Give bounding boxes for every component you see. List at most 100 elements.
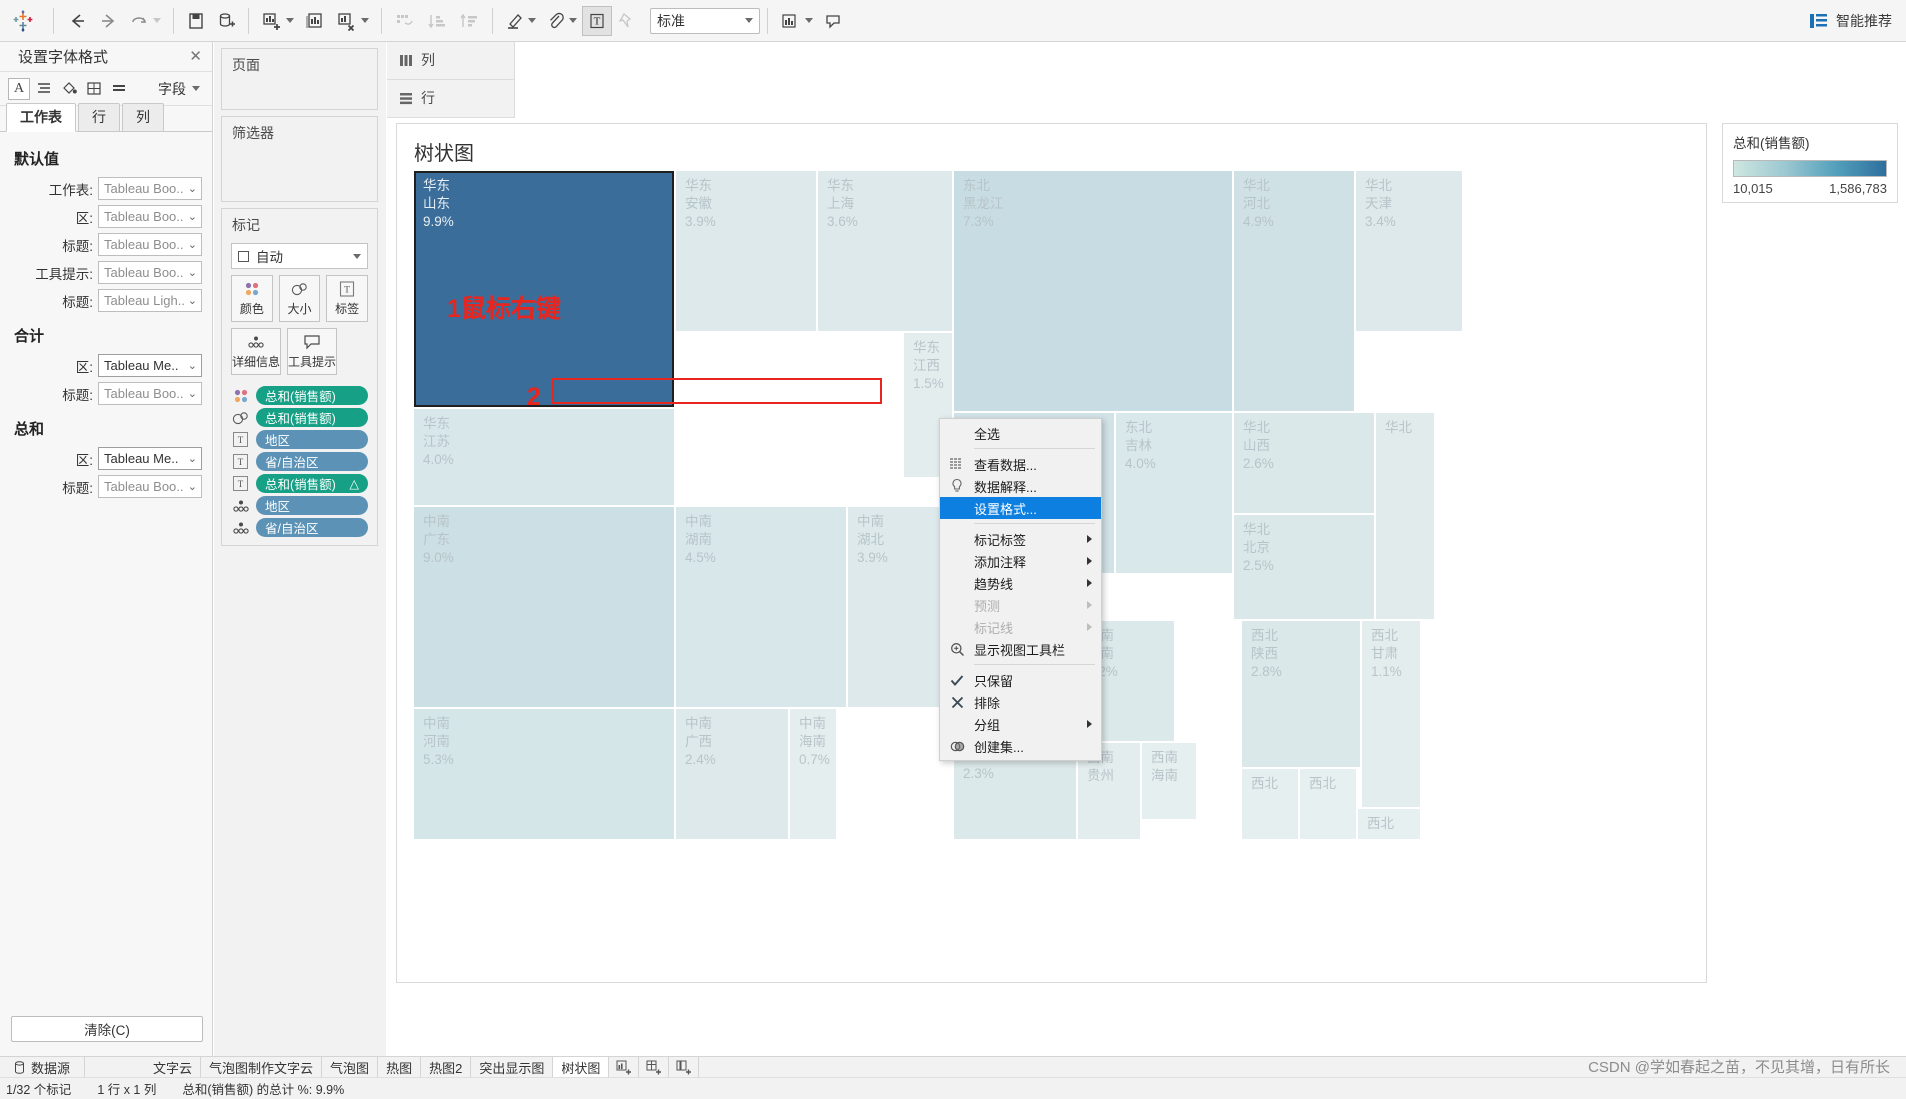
marks-pill[interactable]: 总和(销售额) bbox=[256, 408, 368, 427]
treemap-tile[interactable]: 中南 湖南 4.5% bbox=[676, 507, 846, 707]
format-fields-dropdown[interactable]: 字段 bbox=[158, 79, 204, 99]
columns-drop-zone[interactable] bbox=[515, 41, 1906, 80]
font-select[interactable]: Tableau Boo.. ⌄ bbox=[98, 475, 202, 498]
swap-rows-cols-button[interactable] bbox=[389, 6, 421, 36]
menu-trend-lines[interactable]: 趋势线 bbox=[940, 572, 1101, 594]
menu-group[interactable]: 分组 bbox=[940, 713, 1101, 735]
show-mark-labels-button[interactable]: T bbox=[582, 5, 612, 36]
treemap-tile[interactable]: 西北 bbox=[1358, 809, 1420, 839]
highlighter-button[interactable] bbox=[500, 6, 541, 36]
menu-format[interactable]: 设置格式... bbox=[940, 497, 1101, 519]
text-label-icon[interactable]: T bbox=[231, 430, 250, 449]
sheet-tab-heatmap2[interactable]: 热图2 bbox=[421, 1057, 472, 1077]
chevron-down-icon[interactable] bbox=[361, 18, 369, 23]
clear-sheet-button[interactable] bbox=[331, 6, 374, 36]
font-select[interactable]: Tableau Boo.. ⌄ bbox=[98, 177, 202, 200]
treemap-tile[interactable]: 中南 海南 0.7% bbox=[790, 709, 836, 839]
fit-select[interactable]: 标准 bbox=[650, 7, 760, 34]
treemap-tile[interactable]: 华北 北京 2.5% bbox=[1234, 515, 1374, 619]
treemap-tile[interactable]: 西北 甘肃 1.1% bbox=[1362, 621, 1420, 807]
sort-descending-button[interactable] bbox=[453, 6, 485, 36]
treemap-tile[interactable]: 西北 陕西 2.8% bbox=[1242, 621, 1360, 767]
sheet-tab-bubble-wordcloud[interactable]: 气泡图制作文字云 bbox=[201, 1057, 323, 1077]
treemap-tile[interactable]: 中南 广东 9.0% bbox=[414, 507, 674, 707]
treemap-tile[interactable]: 中南 河南 5.3% bbox=[414, 709, 674, 839]
menu-mark-label[interactable]: 标记标签 bbox=[940, 528, 1101, 550]
treemap-tile[interactable]: 西北 bbox=[1242, 769, 1298, 839]
menu-explain-data[interactable]: 数据解释... bbox=[940, 475, 1101, 497]
sheet-tab-heatmap[interactable]: 热图 bbox=[378, 1057, 422, 1077]
font-select[interactable]: Tableau Me.. ⌄ bbox=[98, 447, 202, 470]
sheet-tab-wordcloud[interactable]: 文字云 bbox=[145, 1057, 202, 1077]
treemap-tile[interactable]: 华北 河北 4.9% bbox=[1234, 171, 1354, 411]
treemap-tile[interactable]: 华北 bbox=[1376, 413, 1434, 619]
size-mark-button[interactable]: 大小 bbox=[278, 275, 321, 322]
detail-dots-icon[interactable] bbox=[231, 518, 250, 537]
tooltip-mark-button[interactable]: 工具提示 bbox=[287, 328, 337, 375]
highlight-selection-button[interactable] bbox=[818, 6, 848, 36]
tab-rows[interactable]: 行 bbox=[78, 103, 120, 131]
duplicate-sheet-button[interactable] bbox=[299, 6, 331, 36]
back-button[interactable] bbox=[61, 6, 93, 36]
menu-keep-only[interactable]: 只保留 bbox=[940, 669, 1101, 691]
marks-pill[interactable]: 总和(销售额) △ bbox=[256, 474, 368, 493]
data-source-tab[interactable]: 数据源 bbox=[0, 1057, 86, 1077]
chevron-down-icon[interactable] bbox=[805, 18, 813, 23]
menu-exclude[interactable]: 排除 bbox=[940, 691, 1101, 713]
menu-show-toolbar[interactable]: 显示视图工具栏 bbox=[940, 638, 1101, 660]
lines-icon[interactable] bbox=[108, 78, 130, 100]
detail-dots-icon[interactable] bbox=[231, 496, 250, 515]
font-select[interactable]: Tableau Boo.. ⌄ bbox=[98, 261, 202, 284]
filters-shelf[interactable]: 筛选器 bbox=[221, 116, 378, 202]
label-mark-button[interactable]: T 标签 bbox=[326, 275, 369, 322]
treemap-tile[interactable]: 华东 江苏 4.0% bbox=[414, 409, 674, 505]
menu-annotate[interactable]: 添加注释 bbox=[940, 550, 1101, 572]
treemap-tile[interactable]: 东北 吉林 4.0% bbox=[1116, 413, 1232, 573]
clear-format-button[interactable]: 清除(C) bbox=[11, 1016, 203, 1042]
sheet-tab-bubble[interactable]: 气泡图 bbox=[322, 1057, 379, 1077]
pages-shelf[interactable]: 页面 bbox=[221, 48, 378, 110]
sort-ascending-button[interactable] bbox=[421, 6, 453, 36]
save-button[interactable] bbox=[181, 6, 211, 36]
undo-redo-button[interactable] bbox=[125, 6, 166, 36]
rows-shelf[interactable]: 行 bbox=[387, 79, 1906, 118]
show-me-button[interactable]: 智能推荐 bbox=[1809, 0, 1892, 42]
alignment-format-icon[interactable] bbox=[33, 78, 55, 100]
tab-columns[interactable]: 列 bbox=[122, 103, 164, 131]
size-circles-icon[interactable] bbox=[231, 408, 250, 427]
mark-type-selector[interactable]: 自动 bbox=[231, 243, 368, 269]
new-data-source-button[interactable] bbox=[211, 6, 241, 36]
new-dashboard-tab-button[interactable] bbox=[639, 1057, 670, 1077]
menu-select-all[interactable]: 全选 bbox=[940, 422, 1101, 444]
pin-button[interactable] bbox=[612, 6, 642, 36]
chevron-down-icon[interactable] bbox=[528, 18, 536, 23]
border-grid-icon[interactable] bbox=[83, 78, 105, 100]
font-select[interactable]: Tableau Boo.. ⌄ bbox=[98, 382, 202, 405]
close-icon[interactable]: ✕ bbox=[189, 49, 202, 64]
text-label-icon[interactable]: T bbox=[231, 452, 250, 471]
rows-drop-zone[interactable] bbox=[515, 79, 1906, 118]
chevron-down-icon[interactable] bbox=[286, 18, 294, 23]
treemap-tile[interactable]: 华东 安徽 3.9% bbox=[676, 171, 816, 331]
text-label-icon[interactable]: T bbox=[231, 474, 250, 493]
columns-shelf[interactable]: 列 bbox=[387, 41, 1906, 80]
marks-pill[interactable]: 省/自治区 bbox=[256, 452, 368, 471]
paperclip-button[interactable] bbox=[541, 6, 582, 36]
new-worksheet-tab-button[interactable] bbox=[609, 1057, 640, 1077]
tab-worksheet[interactable]: 工作表 bbox=[6, 103, 76, 132]
treemap-tile[interactable]: 东北 黑龙江 7.3% bbox=[954, 171, 1232, 411]
color-dots-icon[interactable] bbox=[231, 386, 250, 405]
tableau-logo-icon[interactable] bbox=[0, 10, 46, 32]
chevron-down-icon[interactable] bbox=[153, 18, 161, 23]
menu-create-set[interactable]: 创建集... bbox=[940, 735, 1101, 757]
treemap-tile[interactable]: 西南 海南 bbox=[1142, 743, 1196, 819]
font-select[interactable]: Tableau Me.. ⌄ bbox=[98, 354, 202, 377]
menu-view-data[interactable]: 查看数据... bbox=[940, 453, 1101, 475]
font-format-icon[interactable]: A bbox=[8, 77, 30, 100]
chevron-down-icon[interactable] bbox=[569, 18, 577, 23]
paint-bucket-icon[interactable] bbox=[58, 78, 80, 100]
detail-mark-button[interactable]: 详细信息 bbox=[231, 328, 281, 375]
treemap-tile[interactable]: 华北 天津 3.4% bbox=[1356, 171, 1462, 331]
marks-pill[interactable]: 地区 bbox=[256, 430, 368, 449]
sheet-tab-highlight[interactable]: 突出显示图 bbox=[471, 1057, 554, 1077]
